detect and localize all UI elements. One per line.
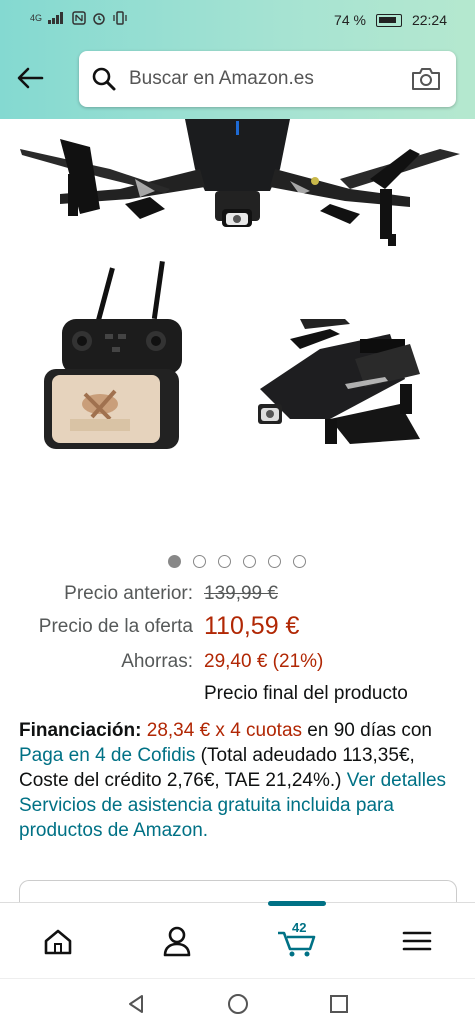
carousel-dot-5[interactable] xyxy=(268,555,281,568)
financing-label: Financiación: xyxy=(19,720,142,741)
previous-price-label: Precio anterior: xyxy=(64,583,193,604)
drone-top-view xyxy=(20,119,460,246)
nav-menu[interactable] xyxy=(398,923,438,959)
savings-value: 29,40 € (21%) xyxy=(204,651,324,672)
financing-info: Financiación: 28,34 € x 4 cuotas en 90 d… xyxy=(19,718,459,843)
status-right: 74 % 22:24 xyxy=(334,12,447,28)
account-icon xyxy=(163,926,191,957)
drone-folded-image xyxy=(258,319,420,444)
nav-cart[interactable]: 42 xyxy=(276,920,322,959)
product-image[interactable] xyxy=(0,119,475,539)
home-icon xyxy=(44,929,72,955)
status-left: 4G xyxy=(30,11,128,25)
search-placeholder: Buscar en Amazon.es xyxy=(129,68,314,89)
offer-price-value: 110,59 € xyxy=(204,612,300,640)
previous-price-value: 139,99 € xyxy=(204,583,278,604)
nfc-icon xyxy=(72,11,86,25)
nav-account[interactable] xyxy=(157,923,197,959)
financing-text-1: en 90 días con xyxy=(302,720,432,741)
search-input[interactable]: Buscar en Amazon.es xyxy=(79,51,456,107)
search-icon xyxy=(92,67,116,91)
carousel-dot-6[interactable] xyxy=(293,555,306,568)
battery-icon xyxy=(375,13,402,27)
clock: 22:24 xyxy=(411,12,447,28)
drone-image xyxy=(20,119,460,449)
carousel-dot-1[interactable] xyxy=(168,555,181,568)
bottom-nav: 42 xyxy=(0,901,475,978)
search-row: Buscar en Amazon.es xyxy=(0,48,475,110)
system-recents-icon[interactable] xyxy=(327,992,351,1016)
services-link[interactable]: Servicios de asistencia gratuita incluid… xyxy=(19,795,394,841)
offer-price-label: Precio de la oferta xyxy=(38,616,193,637)
battery-percent: 74 % xyxy=(334,12,366,28)
network-label: 4G xyxy=(30,13,43,23)
back-arrow-icon[interactable] xyxy=(14,62,46,94)
system-nav-bar xyxy=(0,978,475,1029)
savings-label: Ahorras: xyxy=(121,651,193,672)
cart-count: 42 xyxy=(292,920,307,935)
details-link[interactable]: Ver detalles xyxy=(347,770,446,791)
carousel-dot-4[interactable] xyxy=(243,555,256,568)
carousel-dot-2[interactable] xyxy=(193,555,206,568)
signal-icon xyxy=(48,12,64,24)
system-back-icon[interactable] xyxy=(124,992,148,1016)
app-header: 4G 74 % 22:24 Buscar en Amazon.es xyxy=(0,0,475,119)
financing-installments: 28,34 € x 4 cuotas xyxy=(146,720,303,741)
final-price-note: Precio final del producto xyxy=(204,683,408,704)
cart-active-indicator xyxy=(268,901,326,906)
status-bar: 4G 74 % 22:24 xyxy=(0,0,475,40)
vibrate-icon xyxy=(113,11,127,25)
alarm-icon xyxy=(93,13,105,25)
system-home-icon[interactable] xyxy=(226,992,250,1016)
cofidis-link[interactable]: Paga en 4 de Cofidis xyxy=(19,745,195,766)
nav-home[interactable] xyxy=(38,923,78,959)
carousel-dot-3[interactable] xyxy=(218,555,231,568)
menu-icon xyxy=(402,931,432,951)
carousel-dots xyxy=(168,555,306,568)
controller-image xyxy=(44,260,182,449)
camera-icon[interactable] xyxy=(410,66,442,92)
